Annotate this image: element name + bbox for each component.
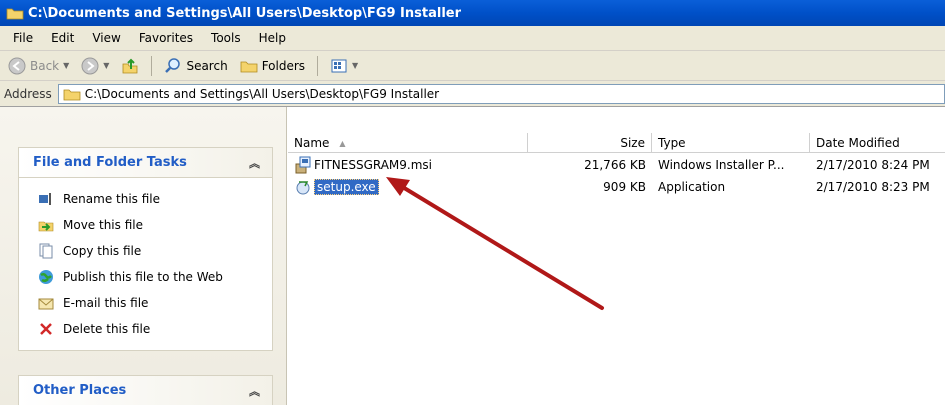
file-date: 2/17/2010 8:23 PM [816,179,930,194]
menu-help[interactable]: Help [250,31,295,45]
menu-tools[interactable]: Tools [202,31,250,45]
folder-icon [63,89,81,100]
file-type: Application [658,179,726,194]
globe-icon [37,268,55,286]
menu-view[interactable]: View [83,31,129,45]
column-label: Name [294,136,330,150]
toolbar: Back ▼ ▼ Search Folders ▼ [0,51,945,81]
collapse-chevron-icon[interactable]: ︽ [249,155,260,171]
file-date: 2/17/2010 8:24 PM [816,157,930,172]
toolbar-separator [151,55,153,76]
setup-application-icon [296,180,310,194]
panel-header[interactable]: File and Folder Tasks ︽ [19,148,272,178]
up-folder-icon [123,58,138,73]
delete-icon [37,320,55,338]
title-bar: C:\Documents and Settings\All Users\Desk… [0,0,945,26]
dropdown-arrow-icon[interactable]: ▼ [103,61,109,70]
file-folder-tasks-panel: File and Folder Tasks ︽ Rename this file… [18,147,273,351]
views-button[interactable]: ▼ [326,54,362,78]
toolbar-separator [317,55,319,76]
folders-button[interactable]: Folders [236,54,309,78]
panel-title: Other Places [33,383,127,398]
task-publish[interactable]: Publish this file to the Web [19,264,272,290]
views-icon [331,59,347,72]
installer-package-icon [295,156,311,173]
back-arrow-icon [8,57,26,74]
address-label: Address [4,86,52,101]
address-value: C:\Documents and Settings\All Users\Desk… [84,86,440,101]
collapse-chevron-icon[interactable]: ︽ [249,383,260,399]
copy-icon [37,242,55,260]
file-size: 909 KB [603,179,646,194]
up-folder-button[interactable] [117,54,143,78]
file-row[interactable]: setup.exe 909 KB Application 2/17/2010 8… [288,177,945,196]
column-date[interactable]: Date Modified [810,133,945,153]
other-places-panel: Other Places ︽ [18,375,273,405]
column-name[interactable]: Name ▲ [288,133,528,153]
folders-label: Folders [261,58,306,73]
address-input[interactable]: C:\Documents and Settings\All Users\Desk… [57,83,945,104]
column-size[interactable]: Size [528,133,652,153]
search-button[interactable]: Search [160,54,231,78]
file-type: Windows Installer P... [658,157,785,172]
panel-header[interactable]: Other Places ︽ [19,376,272,405]
task-delete[interactable]: Delete this file [19,316,272,342]
task-label: Move this file [63,218,143,232]
dropdown-arrow-icon[interactable]: ▼ [352,61,358,70]
dropdown-arrow-icon[interactable]: ▼ [63,61,69,70]
task-label: Delete this file [63,322,151,336]
folders-icon [240,61,258,72]
move-icon [37,216,55,234]
search-icon [165,57,181,73]
task-label: Copy this file [63,244,142,258]
task-label: Publish this file to the Web [63,270,223,284]
task-move[interactable]: Move this file [19,212,272,238]
column-label: Type [658,136,686,150]
task-pane: File and Folder Tasks ︽ Rename this file… [0,107,287,405]
task-copy[interactable]: Copy this file [19,238,272,264]
file-size: 21,766 KB [584,157,646,172]
file-row[interactable]: FITNESSGRAM9.msi 21,766 KB Windows Insta… [288,155,945,174]
file-list: Name ▲ Size Type Date Modified FITNESSGR… [288,107,945,405]
column-label: Size [620,136,645,150]
column-label: Date Modified [816,136,900,150]
menu-favorites[interactable]: Favorites [130,31,202,45]
menu-edit[interactable]: Edit [42,31,83,45]
back-button[interactable]: Back ▼ [4,54,73,78]
forward-arrow-icon [81,57,99,74]
task-label: Rename this file [63,192,161,206]
task-email[interactable]: E-mail this file [19,290,272,316]
menu-file[interactable]: File [4,31,42,45]
column-header-row: Name ▲ Size Type Date Modified [288,133,945,153]
back-label: Back [30,58,60,73]
search-label: Search [186,58,228,73]
sort-ascending-icon: ▲ [339,138,346,148]
rename-icon [37,190,55,208]
task-rename[interactable]: Rename this file [19,186,272,212]
column-type[interactable]: Type [652,133,810,153]
email-icon [37,294,55,312]
file-name: FITNESSGRAM9.msi [314,157,433,172]
address-bar: Address C:\Documents and Settings\All Us… [0,81,945,107]
folder-icon [6,8,24,20]
task-label: E-mail this file [63,296,149,310]
panel-title: File and Folder Tasks [33,155,187,170]
forward-button[interactable]: ▼ [77,54,113,78]
file-name-selected: setup.exe [314,178,379,195]
window-title: C:\Documents and Settings\All Users\Desk… [28,5,462,21]
menu-bar: File Edit View Favorites Tools Help [0,26,945,51]
